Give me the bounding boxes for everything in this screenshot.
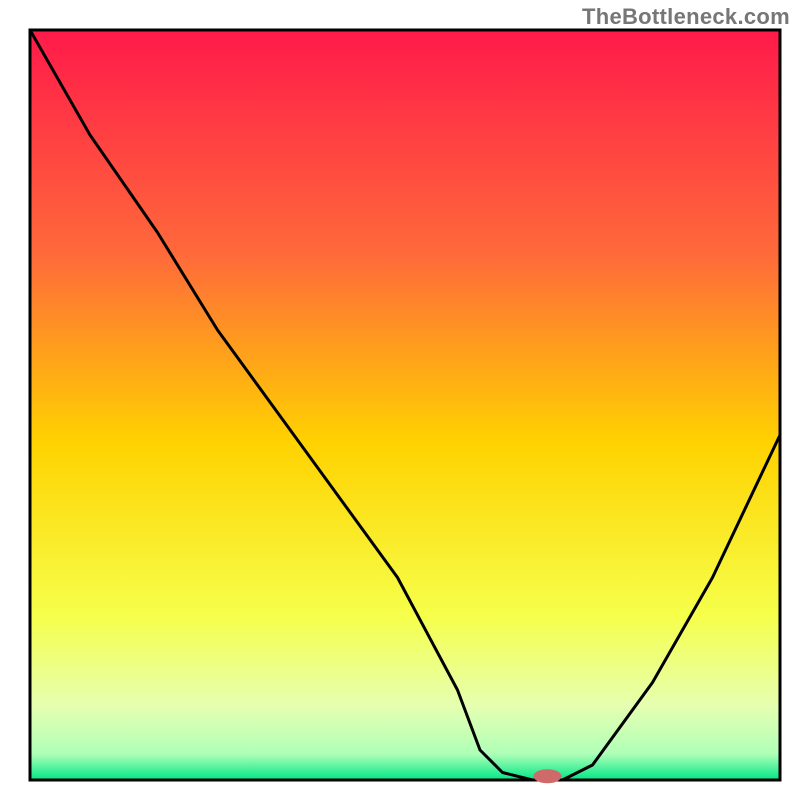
bottleneck-chart: [0, 0, 800, 800]
gradient-field: [30, 30, 780, 780]
chart-container: { "watermark": "TheBottleneck.com", "cha…: [0, 0, 800, 800]
optimal-marker: [534, 769, 562, 783]
